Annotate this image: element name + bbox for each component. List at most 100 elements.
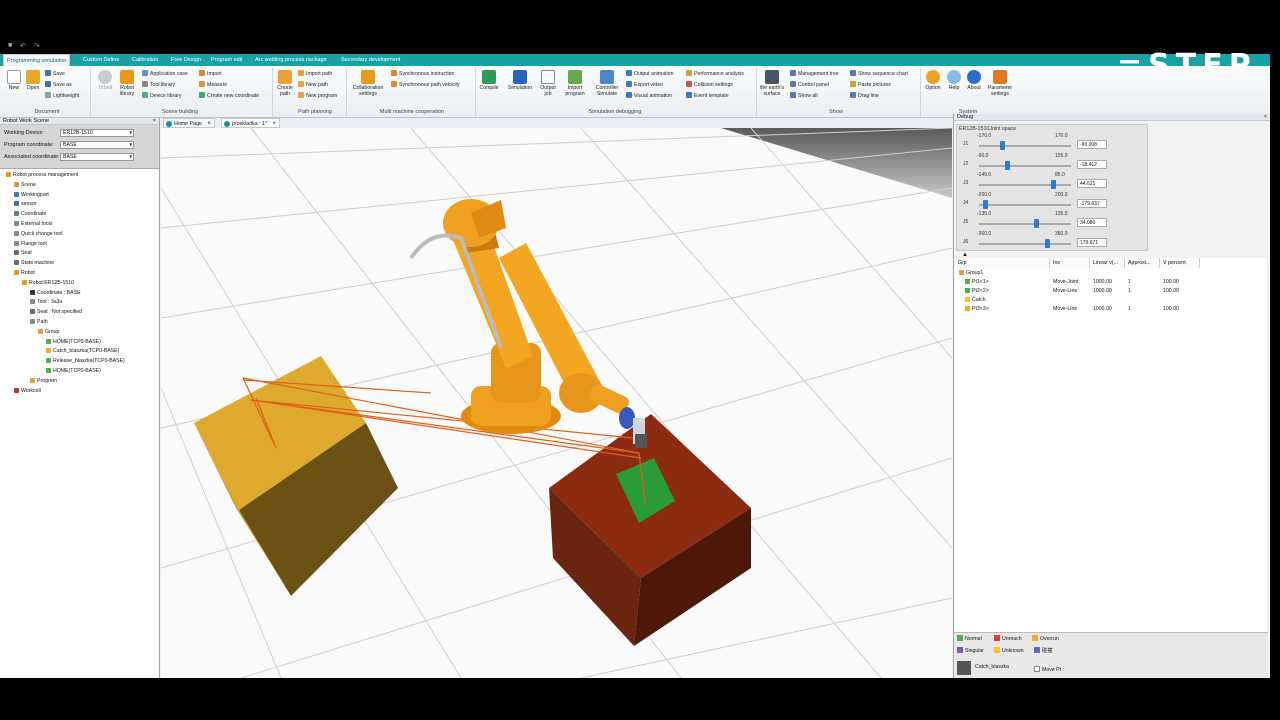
column-header[interactable]: V percent bbox=[1160, 258, 1200, 268]
table-cell[interactable]: 1000.00 bbox=[1093, 287, 1112, 296]
export-video-button[interactable]: Export video bbox=[626, 81, 663, 88]
close-icon[interactable]: × bbox=[1264, 114, 1267, 121]
tree-node[interactable]: Release_blaszka(TCP0-BASE) bbox=[46, 358, 125, 365]
robot-library-button[interactable]: Robot library bbox=[117, 70, 137, 97]
joint-slider-track[interactable] bbox=[979, 164, 1071, 167]
joint-slider-thumb[interactable] bbox=[1004, 160, 1010, 170]
tree-node[interactable]: Seat bbox=[14, 250, 32, 257]
tree-node[interactable]: Robot:ER12B-1510 bbox=[22, 279, 74, 287]
tirbell-button[interactable]: Tirbell bbox=[94, 70, 116, 91]
synchronous-instruction-button[interactable]: Synchronous instruction bbox=[391, 70, 454, 77]
compile-button[interactable]: Compile bbox=[478, 70, 500, 91]
table-cell[interactable]: 1000.00 bbox=[1093, 278, 1112, 287]
show-sequence-chart-button[interactable]: Show sequence chart bbox=[850, 70, 908, 77]
joint-value-input[interactable]: -179.637 bbox=[1077, 198, 1107, 208]
column-header[interactable]: Approxi... bbox=[1125, 258, 1160, 268]
tab-free-design[interactable]: Free Design bbox=[168, 54, 204, 66]
column-header[interactable]: G/p bbox=[955, 258, 1050, 268]
new-program-button[interactable]: New program bbox=[298, 92, 337, 99]
tree-node[interactable]: Catch_blaszka(TCP0-BASE) bbox=[46, 348, 119, 355]
tab-przekladka[interactable]: przekladka : 1* × bbox=[221, 118, 281, 128]
table-cell[interactable]: Move-Line bbox=[1053, 287, 1077, 296]
tree-node[interactable]: Group bbox=[38, 328, 59, 336]
tree-node[interactable]: Quick change tool bbox=[14, 230, 63, 238]
table-cell[interactable]: Move-Line bbox=[1053, 305, 1077, 314]
undo-icon[interactable]: ↶ bbox=[20, 42, 26, 50]
joint-value-input[interactable]: -18.412 bbox=[1077, 159, 1107, 169]
save-icon[interactable]: ■ bbox=[8, 42, 12, 49]
joint-slider-thumb[interactable] bbox=[983, 199, 989, 209]
tab-program-edit[interactable]: Program edit bbox=[208, 54, 246, 66]
drag-line-button[interactable]: Drag line bbox=[850, 92, 879, 99]
event-template-button[interactable]: Event template bbox=[686, 92, 729, 99]
device-library-button[interactable]: Device library bbox=[142, 92, 181, 99]
output-animation-button[interactable]: Output animation bbox=[626, 70, 674, 77]
tab-custom-define[interactable]: Custom Define bbox=[80, 54, 122, 66]
column-header[interactable]: Ins bbox=[1050, 258, 1090, 268]
joint-value-input[interactable]: 179.671 bbox=[1077, 237, 1107, 247]
tree-node[interactable]: Workingpart bbox=[14, 191, 49, 199]
redo-icon[interactable]: ↷ bbox=[34, 42, 40, 50]
joint-slider-track[interactable] bbox=[979, 145, 1071, 147]
paste-pictures-button[interactable]: Paste pictures bbox=[850, 81, 891, 88]
tree-node[interactable]: State machine bbox=[14, 260, 54, 267]
management-tree-button[interactable]: Management tree bbox=[790, 70, 839, 77]
joint-slider-thumb[interactable] bbox=[1034, 219, 1040, 228]
table-cell[interactable]: 100.00 bbox=[1163, 287, 1179, 296]
earth-surface-button[interactable]: the earth's surface bbox=[758, 70, 786, 97]
tab-secondary-development[interactable]: Secondary development bbox=[338, 54, 403, 66]
joint-slider-thumb[interactable] bbox=[1045, 238, 1050, 248]
table-cell[interactable]: 100.00 bbox=[1163, 305, 1179, 314]
play-icon[interactable] bbox=[957, 661, 971, 675]
table-row[interactable]: Pt3<3> bbox=[965, 305, 989, 314]
show-all-button[interactable]: Show all bbox=[790, 92, 818, 99]
output-job-button[interactable]: Output job bbox=[538, 70, 558, 97]
tree-node[interactable]: HOME(TCP0-BASE) bbox=[46, 338, 101, 346]
controller-simulate-button[interactable]: Controller Simulate bbox=[592, 70, 622, 97]
tree-node[interactable]: Path bbox=[30, 319, 48, 326]
new-button[interactable]: New bbox=[5, 70, 23, 91]
tree-node[interactable]: Robot bbox=[14, 270, 35, 277]
table-cell[interactable]: 100.00 bbox=[1163, 278, 1179, 287]
import-path-button[interactable]: Import path bbox=[298, 70, 332, 77]
tree-node[interactable]: Tool : 3a3u bbox=[30, 299, 62, 306]
simulation-button[interactable]: Simulation bbox=[504, 70, 536, 91]
tree-node[interactable]: Flange tool bbox=[14, 240, 47, 248]
joint-slider-track[interactable] bbox=[979, 203, 1071, 206]
table-cell[interactable]: 1 bbox=[1128, 287, 1131, 296]
joint-slider-track[interactable] bbox=[979, 223, 1071, 225]
tab-programming-simulation[interactable]: Programming simulation bbox=[3, 54, 71, 66]
table-row[interactable]: Pt1<1> bbox=[965, 278, 989, 287]
column-header[interactable]: Linear v(... bbox=[1090, 258, 1125, 268]
move-pt-checkbox[interactable]: Move Pt bbox=[1034, 666, 1061, 673]
joint-slider-track[interactable] bbox=[979, 242, 1071, 245]
tab-arc-welding[interactable]: Arc welding process package bbox=[252, 54, 330, 66]
parameter-settings-button[interactable]: Parameter settings bbox=[985, 70, 1015, 97]
close-icon[interactable]: × bbox=[153, 118, 156, 125]
save-button[interactable]: Save bbox=[45, 70, 65, 77]
working-device-select[interactable]: ER12B-1510 bbox=[60, 129, 134, 137]
associated-coordinate-select[interactable]: BASE bbox=[60, 153, 134, 161]
tab-calibration[interactable]: Calibration bbox=[129, 54, 161, 66]
open-button[interactable]: Open bbox=[24, 70, 42, 91]
collision-settings-button[interactable]: Collision settings bbox=[686, 81, 733, 88]
tree-node[interactable]: External tools bbox=[14, 221, 52, 228]
tree-node[interactable]: Workcell bbox=[14, 387, 41, 395]
table-cell[interactable]: 1 bbox=[1128, 305, 1131, 314]
joint-value-input[interactable]: 44.621 bbox=[1077, 179, 1107, 188]
tree-node[interactable]: Coordinate : BASE bbox=[30, 289, 81, 297]
tree-node[interactable]: Coordinate bbox=[14, 211, 46, 218]
tab-home-page[interactable]: Home Page × bbox=[163, 118, 215, 128]
visual-animation-button[interactable]: Visual animation bbox=[626, 92, 672, 99]
tree-node[interactable]: HOME(TCP0-BASE) bbox=[46, 368, 101, 375]
joint-value-input[interactable]: -90.008 bbox=[1077, 140, 1107, 149]
help-button[interactable]: Help bbox=[945, 70, 963, 91]
save-as-button[interactable]: Save as bbox=[45, 81, 72, 88]
measure-button[interactable]: Measure bbox=[199, 81, 227, 88]
performance-analysis-button[interactable]: Performance analysis bbox=[686, 70, 744, 77]
tree-node[interactable]: Scene bbox=[14, 181, 36, 189]
control-panel-button[interactable]: Control panel bbox=[790, 81, 829, 88]
tree-node[interactable]: Seat : Not specified bbox=[30, 309, 82, 316]
tree-node[interactable]: Program bbox=[30, 377, 57, 385]
lightweight-button[interactable]: Lightweight bbox=[45, 92, 79, 99]
